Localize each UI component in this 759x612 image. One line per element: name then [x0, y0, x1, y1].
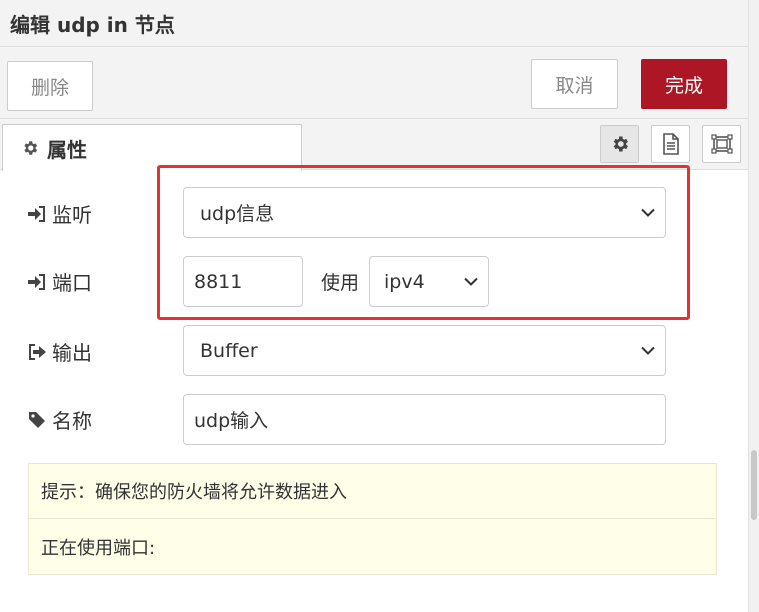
name-label-row: 名称 — [28, 405, 92, 434]
sign-out-icon — [29, 343, 46, 360]
gear-icon — [613, 136, 628, 152]
tab-properties-label: 属性 — [47, 137, 87, 162]
output-label: 输出 — [52, 341, 92, 365]
delete-button[interactable]: 删除 — [7, 61, 93, 111]
chevron-down-icon — [641, 346, 655, 355]
dialog-title: 编辑 udp in 节点 — [10, 13, 175, 37]
firewall-tip-text: 提示：确保您的防火墙将允许数据进入 — [41, 482, 347, 503]
chevron-down-icon — [641, 208, 655, 217]
frame-icon — [710, 134, 733, 154]
port-value: 8811 — [194, 270, 243, 293]
document-icon — [662, 133, 679, 155]
cancel-button[interactable]: 取消 — [531, 59, 618, 109]
sign-in-icon — [28, 273, 45, 290]
properties-view-button[interactable] — [600, 125, 639, 163]
ip-version-select[interactable]: ipv4 — [369, 256, 489, 307]
dialog-header: 编辑 udp in 节点 — [0, 0, 748, 47]
port-in-use-tip: 正在使用端口: — [28, 519, 717, 575]
port-label-row: 端口 — [28, 267, 92, 296]
tab-properties[interactable]: 属性 — [2, 124, 302, 171]
description-view-button[interactable] — [651, 125, 690, 163]
gear-icon — [24, 141, 38, 155]
firewall-tip: 提示：确保您的防火墙将允许数据进入 — [28, 463, 717, 519]
done-button[interactable]: 完成 — [641, 59, 727, 109]
listen-select[interactable]: udp信息 — [183, 187, 666, 238]
listen-value: udp信息 — [200, 203, 275, 225]
ip-version-value: ipv4 — [384, 270, 425, 293]
use-label: 使用 — [321, 272, 360, 294]
output-select[interactable]: Buffer — [183, 325, 666, 376]
sign-in-icon — [28, 205, 45, 222]
listen-label: 监听 — [52, 203, 92, 227]
port-input[interactable]: 8811 — [183, 256, 303, 307]
scrollbar-thumb[interactable] — [751, 450, 757, 520]
name-input[interactable]: udp输入 — [183, 394, 666, 445]
output-label-row: 输出 — [28, 337, 92, 366]
chevron-down-icon — [464, 277, 478, 286]
name-label: 名称 — [52, 409, 92, 433]
dialog-toolbar: 删除 取消 完成 — [0, 47, 748, 119]
tag-icon — [29, 411, 45, 428]
port-in-use-text: 正在使用端口: — [41, 537, 156, 559]
name-value: udp输入 — [194, 410, 269, 432]
output-value: Buffer — [200, 339, 258, 362]
appearance-view-button[interactable] — [702, 125, 741, 163]
tab-bar: 属性 — [0, 119, 748, 171]
port-label: 端口 — [52, 271, 92, 295]
listen-label-row: 监听 — [28, 199, 92, 228]
scrollbar[interactable] — [748, 0, 759, 612]
